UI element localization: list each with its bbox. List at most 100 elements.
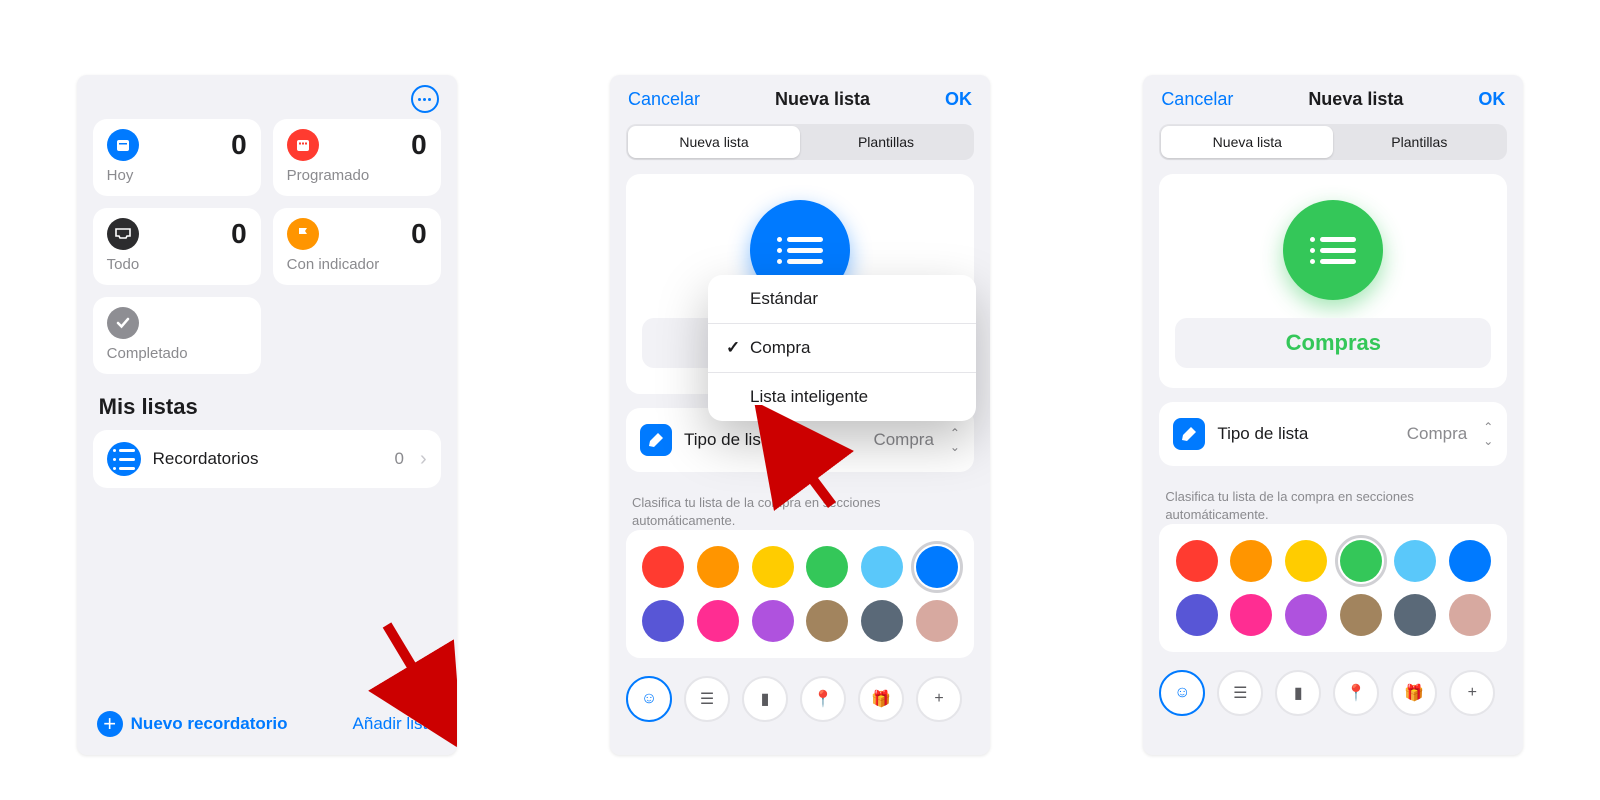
icon-option-list[interactable]: ☰ — [1217, 670, 1263, 716]
icon-option-pin[interactable]: 📍 — [800, 676, 846, 722]
reminders-home-screen: 0 Hoy 0 Programado 0 Todo — [77, 75, 457, 755]
color-picker — [1159, 524, 1507, 652]
color-swatch[interactable] — [916, 600, 958, 642]
list-icon-preview — [1283, 200, 1383, 300]
list-name-input[interactable]: Compras — [1175, 318, 1491, 368]
ok-button[interactable]: OK — [1478, 89, 1505, 110]
segmented-control[interactable]: Nueva lista Plantillas — [626, 124, 974, 160]
today-count: 0 — [231, 129, 247, 161]
menu-item-shopping[interactable]: ✓Compra — [708, 323, 976, 372]
color-swatch[interactable] — [1230, 540, 1272, 582]
tab-templates[interactable]: Plantillas — [1333, 126, 1505, 158]
color-swatch[interactable] — [1176, 540, 1218, 582]
completed-label: Completado — [107, 345, 247, 362]
new-reminder-label: Nuevo recordatorio — [131, 714, 288, 734]
color-swatch[interactable] — [861, 546, 903, 588]
color-swatch[interactable] — [1176, 594, 1218, 636]
new-list-modal-with-menu: Cancelar Nueva lista OK Nueva lista Plan… — [610, 75, 990, 755]
cancel-button[interactable]: Cancelar — [1161, 89, 1233, 110]
my-lists-heading: Mis listas — [77, 374, 457, 430]
checkmark-icon — [107, 307, 139, 339]
tab-new-list[interactable]: Nueva lista — [1161, 126, 1333, 158]
type-description: Clasifica tu lista de la compra en secci… — [1143, 480, 1523, 524]
list-type-label: Tipo de lista — [1217, 424, 1394, 444]
tab-new-list[interactable]: Nueva lista — [628, 126, 800, 158]
today-card[interactable]: 0 Hoy — [93, 119, 261, 196]
icon-option-smiley[interactable]: ☺ — [1159, 670, 1205, 716]
icon-picker-row: ☺ ☰ ▮ 📍 🎁 + — [1143, 666, 1523, 716]
color-swatch[interactable] — [1449, 594, 1491, 636]
menu-item-standard[interactable]: Estándar — [708, 275, 976, 323]
carrot-icon — [640, 424, 672, 456]
icon-option-smiley[interactable]: ☺ — [626, 676, 672, 722]
flagged-label: Con indicador — [287, 256, 427, 273]
color-swatch[interactable] — [1340, 540, 1382, 582]
icon-option-bookmark[interactable]: ▮ — [1275, 670, 1321, 716]
scheduled-card[interactable]: 0 Programado — [273, 119, 441, 196]
list-count: 0 — [395, 449, 404, 469]
color-swatch[interactable] — [642, 546, 684, 588]
list-type-value: Compra — [873, 430, 933, 450]
icon-option-gift[interactable]: 🎁 — [858, 676, 904, 722]
new-list-modal-compras: Cancelar Nueva lista OK Nueva lista Plan… — [1143, 75, 1523, 755]
all-count: 0 — [231, 218, 247, 250]
list-type-row[interactable]: Tipo de lista Compra ⌃⌄ — [1173, 414, 1493, 454]
color-swatch[interactable] — [1285, 594, 1327, 636]
list-name: Recordatorios — [153, 449, 383, 469]
today-label: Hoy — [107, 167, 247, 184]
color-swatch[interactable] — [697, 600, 739, 642]
color-swatch[interactable] — [752, 546, 794, 588]
scheduled-count: 0 — [411, 129, 427, 161]
list-type-menu: Estándar ✓Compra Lista inteligente — [708, 275, 976, 421]
color-swatch[interactable] — [752, 600, 794, 642]
color-swatch[interactable] — [1449, 540, 1491, 582]
tab-templates[interactable]: Plantillas — [800, 126, 972, 158]
list-icon — [107, 442, 141, 476]
menu-item-smart[interactable]: Lista inteligente — [708, 372, 976, 421]
icon-option-pin[interactable]: 📍 — [1333, 670, 1379, 716]
list-type-row[interactable]: Tipo de lista Compra ⌃⌄ — [640, 420, 960, 460]
more-button[interactable] — [411, 85, 439, 113]
flagged-card[interactable]: 0 Con indicador — [273, 208, 441, 285]
list-type-value: Compra — [1407, 424, 1467, 444]
add-list-button[interactable]: Añadir lista — [353, 714, 437, 734]
flag-icon — [287, 218, 319, 250]
chevron-updown-icon: ⌃⌄ — [950, 426, 960, 454]
icon-option-plus[interactable]: + — [1449, 670, 1495, 716]
modal-title: Nueva lista — [1308, 89, 1403, 110]
flagged-count: 0 — [411, 218, 427, 250]
icon-option-list[interactable]: ☰ — [684, 676, 730, 722]
color-swatch[interactable] — [1394, 540, 1436, 582]
all-card[interactable]: 0 Todo — [93, 208, 261, 285]
color-swatch[interactable] — [642, 600, 684, 642]
carrot-icon — [1173, 418, 1205, 450]
icon-picker-row: ☺ ☰ ▮ 📍 🎁 + — [610, 672, 990, 722]
color-swatch[interactable] — [806, 546, 848, 588]
color-swatch[interactable] — [916, 546, 958, 588]
color-swatch[interactable] — [861, 600, 903, 642]
color-swatch[interactable] — [1340, 594, 1382, 636]
chevron-right-icon: › — [420, 448, 427, 471]
list-item-recordatorios[interactable]: Recordatorios 0 › — [93, 430, 441, 488]
color-swatch[interactable] — [697, 546, 739, 588]
list-type-label: Tipo de lista — [684, 430, 861, 450]
new-reminder-button[interactable]: + Nuevo recordatorio — [97, 711, 288, 737]
completed-card[interactable]: Completado — [93, 297, 261, 374]
color-swatch[interactable] — [1285, 540, 1327, 582]
scheduled-label: Programado — [287, 167, 427, 184]
icon-option-bookmark[interactable]: ▮ — [742, 676, 788, 722]
calendar-icon — [107, 129, 139, 161]
color-swatch[interactable] — [806, 600, 848, 642]
modal-title: Nueva lista — [775, 89, 870, 110]
plus-icon: + — [97, 711, 123, 737]
chevron-updown-icon: ⌃⌄ — [1483, 420, 1493, 448]
color-swatch[interactable] — [1230, 594, 1272, 636]
ellipsis-icon — [418, 98, 431, 101]
icon-option-gift[interactable]: 🎁 — [1391, 670, 1437, 716]
segmented-control[interactable]: Nueva lista Plantillas — [1159, 124, 1507, 160]
ok-button[interactable]: OK — [945, 89, 972, 110]
icon-option-plus[interactable]: + — [916, 676, 962, 722]
type-description: Clasifica tu lista de la compra en secci… — [610, 486, 990, 530]
cancel-button[interactable]: Cancelar — [628, 89, 700, 110]
color-swatch[interactable] — [1394, 594, 1436, 636]
